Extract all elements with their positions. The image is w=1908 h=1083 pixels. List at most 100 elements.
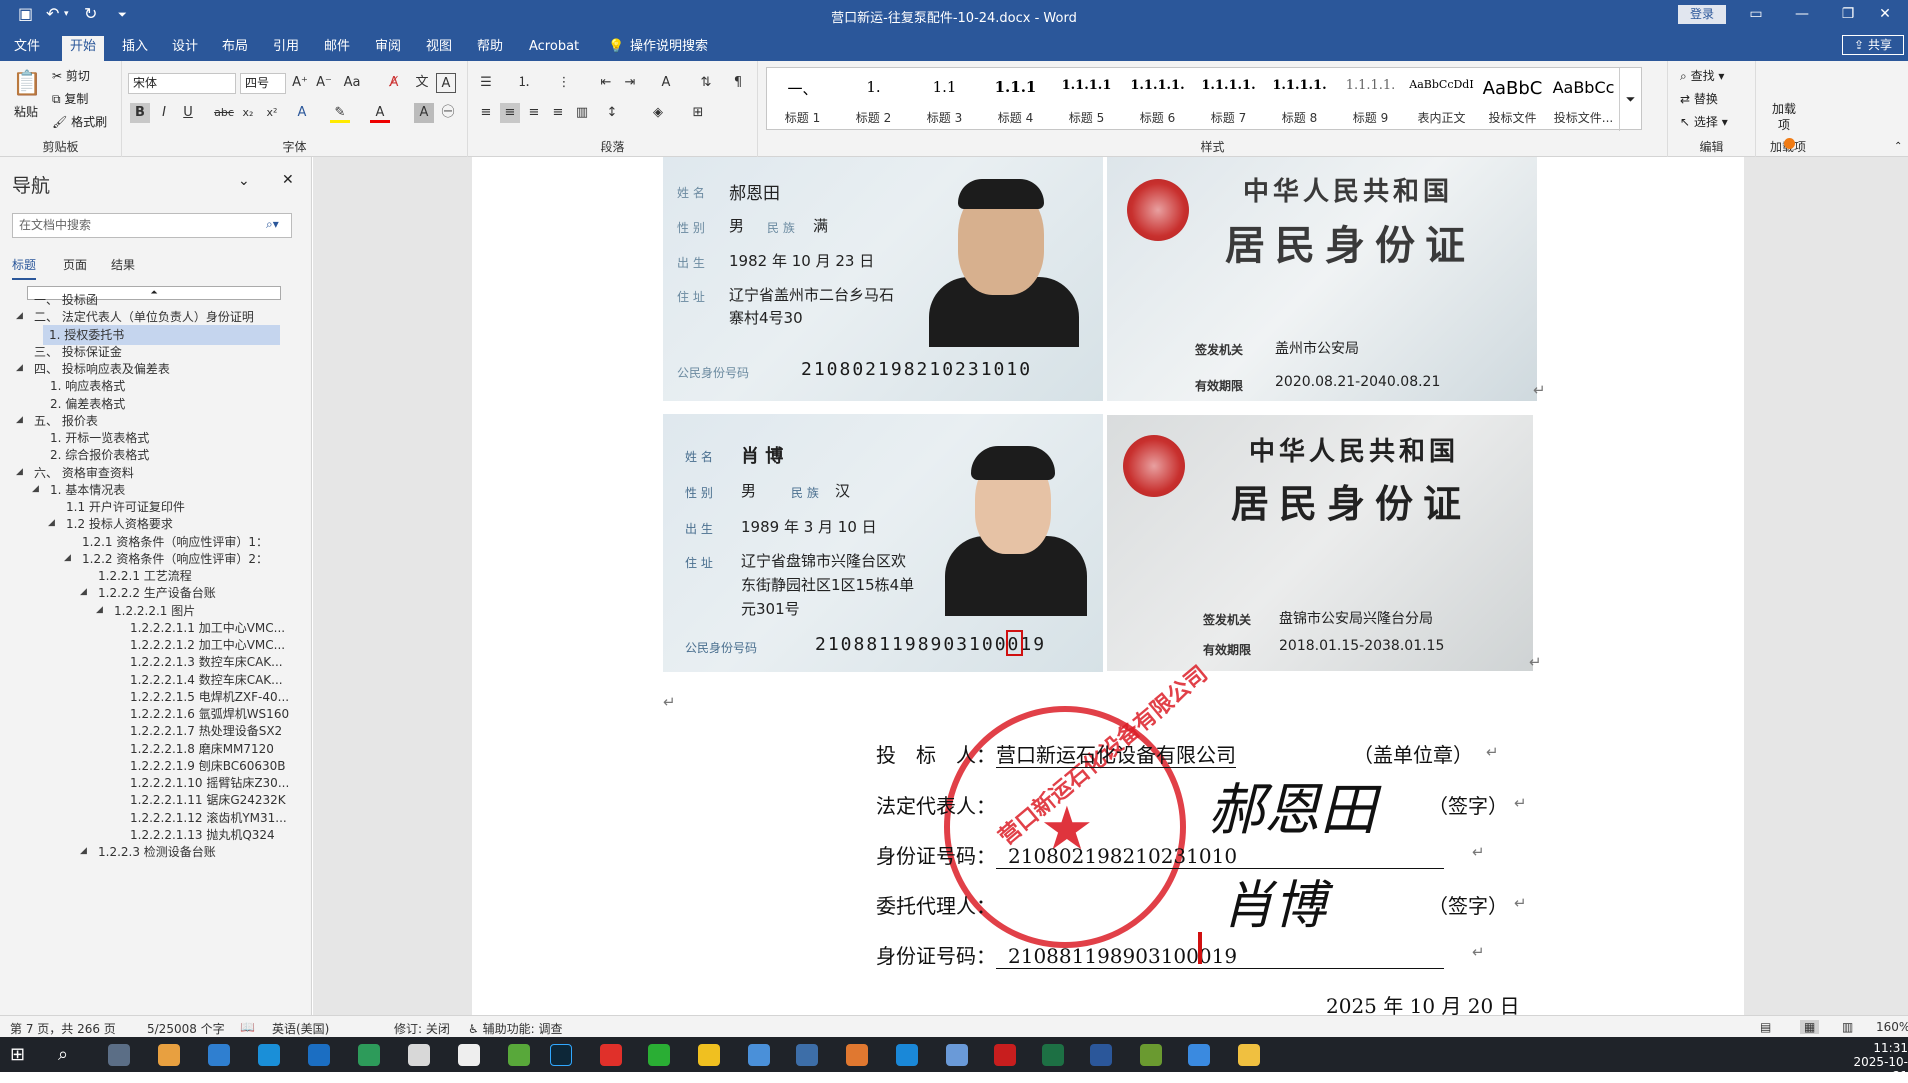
tab-design[interactable]: 设计 [164,36,206,61]
read-mode-icon[interactable]: ▤ [1760,1020,1771,1034]
style-heading-8[interactable]: 1.1.1.1. 标题 8 [1264,68,1335,131]
nav-tab-results[interactable]: 结果 [111,256,135,273]
tab-mailings[interactable]: 邮件 [316,36,358,61]
nav-tab-pages[interactable]: 页面 [63,256,87,273]
collapse-triangle-icon[interactable]: ◢ [32,484,39,494]
proofing-icon[interactable]: 📖 [240,1020,255,1034]
tell-me-search[interactable]: 操作说明搜索 [622,36,716,61]
style-table-body[interactable]: AaBbCcDdI 表内正文 [1406,68,1477,131]
search-icon[interactable]: ⌕ [58,1044,80,1066]
cut-button[interactable]: ✂ 剪切 [52,67,90,84]
tab-help[interactable]: 帮助 [469,36,511,61]
align-left-icon[interactable]: ≡ [476,103,496,123]
tab-view[interactable]: 视图 [418,36,460,61]
decrease-indent-icon[interactable]: ⇤ [596,73,616,93]
web-layout-icon[interactable]: ▥ [1842,1020,1853,1034]
app-icon[interactable] [258,1044,280,1066]
screenshot-app-icon[interactable] [158,1044,180,1066]
collapse-ribbon-icon[interactable]: ⌃ [1894,141,1902,152]
styles-more-icon[interactable]: ⏷ [1619,68,1641,131]
bullets-icon[interactable]: ☰ [476,73,496,93]
show-marks-icon[interactable]: ¶ [728,73,748,93]
app-icon[interactable] [748,1044,770,1066]
track-changes[interactable]: 修订: 关闭 [394,1020,450,1037]
edge-icon[interactable] [896,1044,918,1066]
enclose-char-icon[interactable]: ㊀ [438,103,458,123]
word-count[interactable]: 5/25008 个字 [147,1020,225,1037]
align-right-icon[interactable]: ≡ [524,103,544,123]
italic-icon[interactable]: I [154,103,174,123]
excel-icon[interactable] [1042,1044,1064,1066]
char-border-icon[interactable]: A [436,73,456,93]
asian-layout-icon[interactable]: A [656,73,676,93]
app-icon[interactable] [846,1044,868,1066]
format-painter-button[interactable]: 🖌 格式刷 [52,113,107,130]
select-button[interactable]: ↖ 选择 ▾ [1680,113,1728,130]
windows-start-icon[interactable]: ⊞ [10,1044,32,1066]
highlight-icon[interactable]: ✎ [330,103,350,123]
numbering-icon[interactable]: ⒈ [514,73,534,93]
shrink-font-icon[interactable]: A⁻ [314,73,334,93]
tab-insert[interactable]: 插入 [114,36,156,61]
increase-indent-icon[interactable]: ⇥ [620,73,640,93]
login-button[interactable]: 登录 [1678,5,1726,24]
close-icon[interactable]: ✕ [1862,0,1908,30]
tab-review[interactable]: 审阅 [367,36,409,61]
copy-button[interactable]: ⧉ 复制 [52,90,88,107]
multilevel-list-icon[interactable]: ⋮ [554,73,574,93]
zoom-level[interactable]: 160% [1876,1020,1908,1034]
shading-icon[interactable]: ◈ [648,103,668,123]
align-center-icon[interactable]: ≡ [500,103,520,123]
app-icon[interactable] [408,1044,430,1066]
nav-heading-item[interactable]: 1.2.2.3 检测设备台账 [98,842,216,862]
style-heading-3[interactable]: 1.1 标题 3 [909,68,980,131]
nav-tab-headings[interactable]: 标题 [12,256,37,280]
tab-references[interactable]: 引用 [265,36,307,61]
font-name-select[interactable]: 宋体 [128,73,236,94]
sort-icon[interactable]: ⇅ [696,73,716,93]
app-icon[interactable] [600,1044,622,1066]
language[interactable]: 英语(美国) [272,1020,329,1037]
nav-search-input[interactable]: 在文档中搜索 [12,213,292,238]
collapse-triangle-icon[interactable]: ◢ [16,311,23,321]
phonetic-guide-icon[interactable]: 文 [412,73,432,93]
subscript-icon[interactable]: x₂ [238,103,258,123]
app-icon[interactable] [1188,1044,1210,1066]
collapse-triangle-icon[interactable]: ◢ [80,846,87,856]
minimize-icon[interactable]: — [1779,0,1825,30]
tab-acrobat[interactable]: Acrobat [521,36,587,61]
style-heading-7[interactable]: 1.1.1.1. 标题 7 [1193,68,1264,131]
find-button[interactable]: ⌕ 查找 ▾ [1680,67,1724,84]
clock[interactable]: 11:31 2025-10-21 [1840,1041,1908,1083]
collapse-triangle-icon[interactable]: ◢ [64,553,71,563]
style-heading-4[interactable]: 1.1.1 标题 4 [980,68,1051,131]
collapse-triangle-icon[interactable]: ◢ [16,467,23,477]
style-heading-2[interactable]: 1. 标题 2 [838,68,909,131]
collapse-triangle-icon[interactable]: ◢ [96,605,103,615]
char-shading-icon[interactable]: A [414,103,434,123]
style-heading-6[interactable]: 1.1.1.1. 标题 6 [1122,68,1193,131]
app-icon[interactable] [358,1044,380,1066]
underline-icon[interactable]: U [178,103,198,123]
clear-format-icon[interactable]: A̸ [384,73,404,93]
grow-font-icon[interactable]: A⁺ [290,73,310,93]
distributed-icon[interactable]: ▥ [572,103,592,123]
qq-icon[interactable] [698,1044,720,1066]
app-icon[interactable] [796,1044,818,1066]
file-explorer-icon[interactable] [1238,1044,1260,1066]
acrobat-icon[interactable] [994,1044,1016,1066]
tab-home[interactable]: 开始 [62,36,105,61]
ribbon-display-icon[interactable]: ▭ [1733,0,1779,30]
paste-button[interactable]: 粘贴 [14,103,38,120]
justify-icon[interactable]: ≡ [548,103,568,123]
line-spacing-icon[interactable]: ↕ [602,103,622,123]
app-icon[interactable] [508,1044,530,1066]
control-panel-icon[interactable] [208,1044,230,1066]
page-count[interactable]: 第 7 页，共 266 页 [10,1020,116,1037]
app-icon[interactable] [308,1044,330,1066]
share-button[interactable]: ⇪ 共享 [1842,35,1904,55]
borders-icon[interactable]: ⊞ [688,103,708,123]
addins-button[interactable]: 加载项 [1772,101,1796,133]
style-heading-5[interactable]: 1.1.1.1 标题 5 [1051,68,1122,131]
style-bid-doc[interactable]: AaBbC 投标文件 [1477,68,1548,131]
